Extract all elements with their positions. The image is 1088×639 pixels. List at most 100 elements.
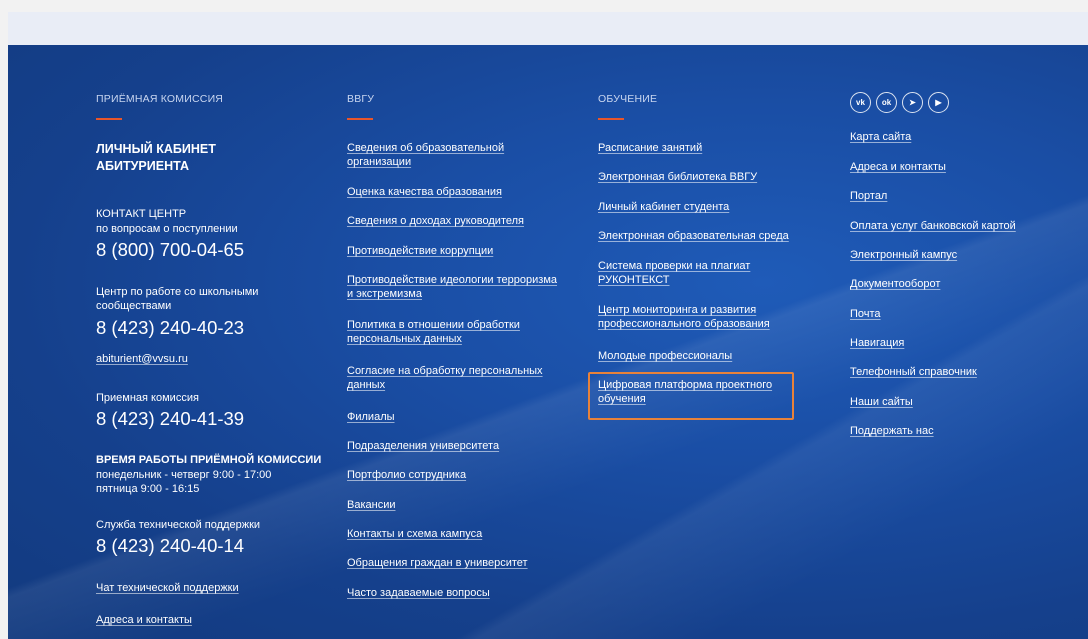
contact-center-title: КОНТАКТ ЦЕНТР xyxy=(96,208,187,220)
education-heading: ОБУЧЕНИЕ xyxy=(598,93,658,105)
vvgu-link-7[interactable]: Филиалы xyxy=(347,410,395,424)
telegram-icon[interactable]: ➤ xyxy=(902,92,923,113)
education-link-1[interactable]: Электронная библиотека ВВГУ xyxy=(598,170,757,184)
education-link-3[interactable]: Электронная образовательная среда xyxy=(598,229,789,243)
vvgu-link-10-line-0: Вакансии xyxy=(347,499,396,511)
contact-center-subtitle: по вопросам о поступлении xyxy=(96,223,238,235)
vvgu-link-4[interactable]: Противодействие идеологии терроризма и эк… xyxy=(347,273,557,301)
youtube-icon[interactable]: ▶ xyxy=(928,92,949,113)
vvgu-link-4-line-1: и экстремизма xyxy=(347,288,422,300)
vvgu-link-13[interactable]: Часто задаваемые вопросы xyxy=(347,586,490,600)
misc-link-1[interactable]: Адреса и контакты xyxy=(850,160,946,174)
vvgu-link-0-line-0: Сведения об образовательной xyxy=(347,142,505,154)
vvgu-accent-line xyxy=(347,118,373,120)
applicant-account-line1: ЛИЧНЫЙ КАБИНЕТ xyxy=(96,142,216,156)
misc-link-1-line-0: Адреса и контакты xyxy=(850,161,946,173)
school-center-title-line2: сообществами xyxy=(96,300,172,312)
education-link-4-line-1: РУКОНТЕКСТ xyxy=(598,274,670,286)
vvgu-link-0-line-1: организации xyxy=(347,156,412,168)
misc-link-4[interactable]: Электронный кампус xyxy=(850,248,957,262)
vvgu-link-11[interactable]: Контакты и схема кампуса xyxy=(347,527,482,541)
misc-link-4-line-0: Электронный кампус xyxy=(850,249,958,261)
commission-title: Приемная комиссия xyxy=(96,392,199,404)
applicant-account-link[interactable]: ЛИЧНЫЙ КАБИНЕТ АБИТУРИЕНТА xyxy=(96,141,216,175)
vvgu-link-7-line-0: Филиалы xyxy=(347,411,395,423)
education-link-6-line-0: Молодые профессионалы xyxy=(598,350,733,362)
misc-link-0-line-0: Карта сайта xyxy=(850,131,912,143)
vvgu-link-4-line-0: Противодействие идеологии терроризма xyxy=(347,274,558,286)
vvgu-link-2[interactable]: Сведения о доходах руководителя xyxy=(347,214,524,228)
odnoklassniki-icon[interactable]: ok xyxy=(876,92,897,113)
misc-link-5-line-0: Документооборот xyxy=(850,278,941,290)
vvgu-link-12[interactable]: Обращения граждан в университет xyxy=(347,556,528,570)
misc-link-0[interactable]: Карта сайта xyxy=(850,130,911,144)
admissions-accent-line xyxy=(96,118,122,120)
vvgu-link-9[interactable]: Портфолио сотрудника xyxy=(347,468,466,482)
site-footer: ПРИЁМНАЯ КОМИССИЯ ЛИЧНЫЙ КАБИНЕТ АБИТУРИ… xyxy=(8,45,1088,639)
support-chat-link[interactable]: Чат технической поддержки xyxy=(96,581,239,595)
misc-link-2-line-0: Портал xyxy=(850,190,888,202)
vvgu-link-3[interactable]: Противодействие коррупции xyxy=(347,244,493,258)
school-center-title-line1: Центр по работе со школьными xyxy=(96,286,259,298)
education-link-0-line-0: Расписание занятий xyxy=(598,142,703,154)
education-link-4-line-0: Система проверки на плагиат xyxy=(598,260,751,272)
vvgu-link-1[interactable]: Оценка качества образования xyxy=(347,185,502,199)
misc-link-9[interactable]: Наши сайты xyxy=(850,395,913,409)
misc-link-10[interactable]: Поддержать нас xyxy=(850,424,934,438)
admissions-heading: ПРИЁМНАЯ КОМИССИЯ xyxy=(96,93,224,105)
vvgu-link-9-line-0: Портфолио сотрудника xyxy=(347,469,467,481)
education-link-5-line-0: Центр мониторинга и развития xyxy=(598,304,757,316)
admissions-email-link[interactable]: abiturient@vvsu.ru xyxy=(96,352,188,366)
school-center-phone[interactable]: 8 (423) 240-40-23 xyxy=(96,317,244,339)
misc-link-6-line-0: Почта xyxy=(850,308,881,320)
contact-center-phone[interactable]: 8 (800) 700-04-65 xyxy=(96,239,244,261)
vvgu-link-5-line-1: персональных данных xyxy=(347,333,462,345)
vvgu-link-2-line-0: Сведения о доходах руководителя xyxy=(347,215,524,227)
misc-link-7-line-0: Навигация xyxy=(850,337,905,349)
vvgu-heading: ВВГУ xyxy=(347,93,375,105)
education-link-2[interactable]: Личный кабинет студента xyxy=(598,200,729,214)
hours-line-2: пятница 9:00 - 16:15 xyxy=(96,483,200,495)
education-link-0[interactable]: Расписание занятий xyxy=(598,141,702,155)
misc-link-3[interactable]: Оплата услуг банковской картой xyxy=(850,219,1016,233)
misc-link-10-line-0: Поддержать нас xyxy=(850,425,934,437)
vvgu-link-8[interactable]: Подразделения университета xyxy=(347,439,499,453)
misc-link-8[interactable]: Телефонный справочник xyxy=(850,365,977,379)
education-link-5-line-1: профессионального образования xyxy=(598,318,770,330)
misc-link-2[interactable]: Портал xyxy=(850,189,887,203)
vvgu-link-8-line-0: Подразделения университета xyxy=(347,440,500,452)
education-link-3-line-0: Электронная образовательная среда xyxy=(598,230,789,242)
education-link-4[interactable]: Система проверки на плагиат РУКОНТЕКСТ xyxy=(598,259,750,287)
vvgu-link-10[interactable]: Вакансии xyxy=(347,498,396,512)
misc-link-5[interactable]: Документооборот xyxy=(850,277,940,291)
education-accent-line xyxy=(598,118,624,120)
applicant-account-line2: АБИТУРИЕНТА xyxy=(96,159,189,173)
admissions-addresses-link[interactable]: Адреса и контакты xyxy=(96,613,192,627)
vvgu-link-3-line-0: Противодействие коррупции xyxy=(347,245,494,257)
commission-phone[interactable]: 8 (423) 240-41-39 xyxy=(96,408,244,430)
vvgu-link-6-line-1: данных xyxy=(347,379,386,391)
highlight-box xyxy=(588,372,794,420)
education-link-2-line-0: Личный кабинет студента xyxy=(598,201,730,213)
education-link-5[interactable]: Центр мониторинга и развития профессионал… xyxy=(598,303,770,331)
education-link-1-line-0: Электронная библиотека ВВГУ xyxy=(598,171,758,183)
social-icons: vk ok ➤ ▶ xyxy=(850,92,949,113)
misc-link-9-line-0: Наши сайты xyxy=(850,396,913,408)
vvgu-link-5-line-0: Политика в отношении обработки xyxy=(347,319,520,331)
vvgu-link-1-line-0: Оценка качества образования xyxy=(347,186,502,198)
vvgu-link-13-line-0: Часто задаваемые вопросы xyxy=(347,587,490,599)
misc-link-6[interactable]: Почта xyxy=(850,307,881,321)
support-title: Служба технической поддержки xyxy=(96,519,261,531)
vvgu-link-12-line-0: Обращения граждан в университет xyxy=(347,557,528,569)
misc-link-3-line-0: Оплата услуг банковской картой xyxy=(850,220,1016,232)
vk-icon[interactable]: vk xyxy=(850,92,871,113)
misc-link-7[interactable]: Навигация xyxy=(850,336,904,350)
education-link-6[interactable]: Молодые профессионалы xyxy=(598,349,732,363)
misc-link-8-line-0: Телефонный справочник xyxy=(850,366,977,378)
vvgu-link-5[interactable]: Политика в отношении обработки персональн… xyxy=(347,318,520,346)
vvgu-link-6-line-0: Согласие на обработку персональных xyxy=(347,365,543,377)
vvgu-link-6[interactable]: Согласие на обработку персональных данных xyxy=(347,364,543,392)
vvgu-link-0[interactable]: Сведения об образовательной организации xyxy=(347,141,504,169)
hours-title: ВРЕМЯ РАБОТЫ ПРИЁМНОЙ КОМИССИИ xyxy=(96,454,322,466)
support-phone[interactable]: 8 (423) 240-40-14 xyxy=(96,535,244,557)
